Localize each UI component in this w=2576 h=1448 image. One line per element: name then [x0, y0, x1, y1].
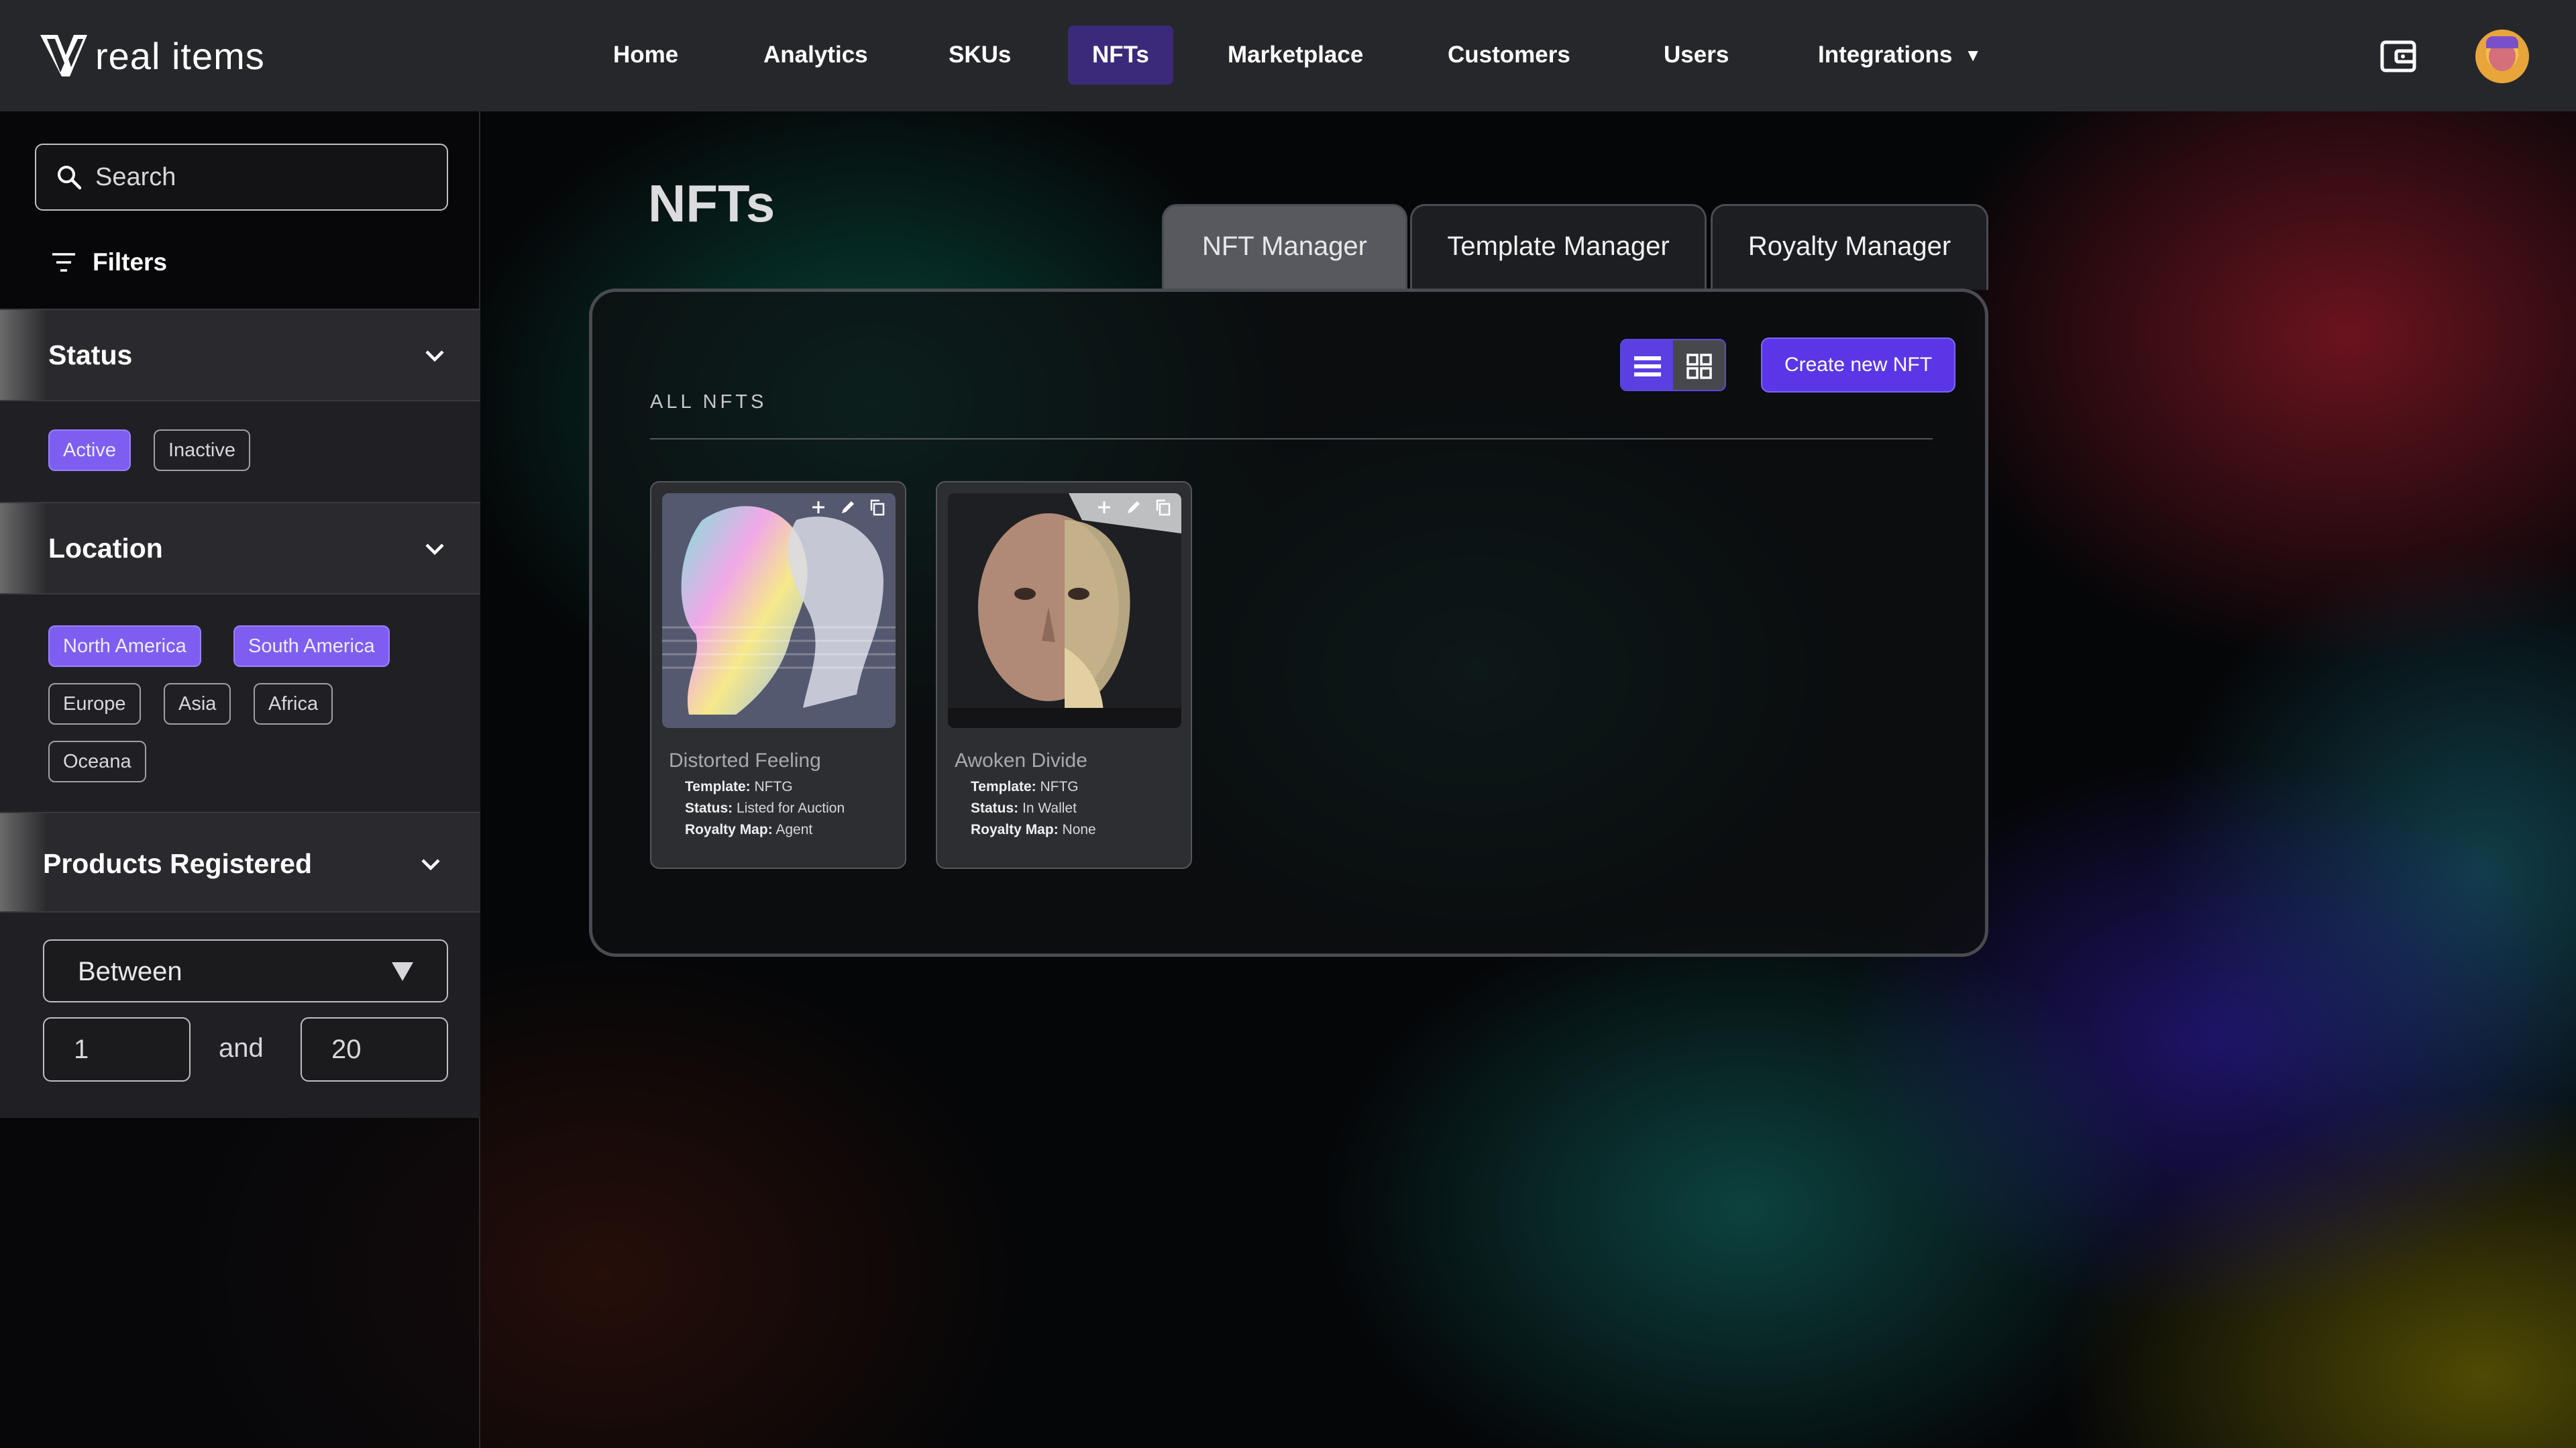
nft-royalty: Royalty Map: Agent	[685, 822, 812, 838]
status-section-body: Active Inactive	[0, 401, 480, 502]
range-min-input[interactable]: 1	[43, 1017, 191, 1082]
list-view-button[interactable]	[1621, 340, 1673, 390]
edit-icon[interactable]	[839, 499, 857, 516]
location-chip-south-america[interactable]: South America	[233, 625, 390, 667]
create-nft-button[interactable]: Create new NFT	[1761, 338, 1955, 393]
add-icon[interactable]	[1095, 499, 1113, 516]
nav-nfts[interactable]: NFTs	[1068, 25, 1173, 85]
range-max-input[interactable]: 20	[301, 1017, 448, 1082]
nft-image-awoken-divide	[948, 493, 1181, 728]
search-input[interactable]	[95, 162, 431, 192]
main-nav: Home Analytics SKUs NFTs Marketplace Cus…	[0, 25, 2576, 86]
nav-customers[interactable]: Customers	[1424, 25, 1595, 85]
nav-analytics[interactable]: Analytics	[739, 25, 892, 85]
products-section-title: Products Registered	[43, 848, 312, 879]
nav-home[interactable]: Home	[589, 25, 702, 85]
nft-status-key: Status:	[971, 800, 1019, 816]
nft-template-value: NFTG	[1040, 779, 1079, 794]
tab-nft-manager[interactable]: NFT Manager	[1162, 204, 1407, 290]
location-chip-europe[interactable]: Europe	[48, 683, 141, 725]
nft-panel: Create new NFT ALL NFTS Distorted Feelin…	[589, 289, 1988, 957]
nft-card[interactable]: Awoken Divide Template: NFTG Status: In …	[936, 481, 1192, 869]
nft-royalty-key: Royalty Map:	[971, 822, 1059, 837]
filter-sidebar: Filters Status Active Inactive Location …	[0, 111, 480, 1448]
range-and-label: and	[219, 1033, 264, 1063]
range-operator-select[interactable]: Between	[43, 939, 448, 1002]
nft-image-distorted-feeling	[662, 493, 896, 728]
nft-title: Distorted Feeling	[669, 749, 821, 772]
nav-integrations-label: Integrations	[1818, 42, 1953, 68]
chevron-down-icon	[421, 859, 440, 871]
nft-thumbnail	[662, 493, 896, 728]
location-chip-oceana[interactable]: Oceana	[48, 741, 146, 782]
products-section-header[interactable]: Products Registered	[0, 812, 480, 913]
nft-status-key: Status:	[685, 800, 733, 816]
nft-title: Awoken Divide	[955, 749, 1087, 772]
nft-template: Template: NFTG	[685, 779, 793, 795]
page-title: NFTs	[648, 174, 775, 233]
nft-status: Status: In Wallet	[971, 800, 1077, 817]
status-chip-active[interactable]: Active	[48, 429, 131, 471]
copy-icon[interactable]	[869, 499, 886, 516]
grid-view-button[interactable]	[1673, 340, 1725, 390]
nft-royalty-key: Royalty Map:	[685, 822, 773, 837]
chevron-down-icon	[425, 544, 444, 556]
location-chip-asia[interactable]: Asia	[164, 683, 231, 725]
nft-status-value: In Wallet	[1022, 800, 1077, 816]
add-icon[interactable]	[810, 499, 827, 516]
grid-icon	[1686, 354, 1712, 379]
list-icon	[1633, 356, 1661, 376]
nav-integrations[interactable]: Integrations ▼	[1794, 25, 2006, 85]
card-actions	[1095, 499, 1172, 516]
nav-users[interactable]: Users	[1640, 25, 1753, 85]
location-section-title: Location	[48, 533, 163, 564]
nft-royalty-value: None	[1062, 822, 1096, 837]
avatar-hat	[2486, 36, 2518, 48]
nft-template: Template: NFTG	[971, 779, 1079, 795]
filters-label: Filters	[93, 248, 168, 276]
nft-royalty-value: Agent	[775, 822, 813, 837]
card-actions	[810, 499, 886, 516]
location-chip-north-america[interactable]: North America	[48, 625, 201, 667]
view-toggle	[1620, 339, 1726, 391]
search-box[interactable]	[35, 144, 448, 211]
avatar[interactable]	[2475, 30, 2529, 83]
caret-down-icon: ▼	[1964, 45, 1982, 65]
status-section-header[interactable]: Status	[0, 309, 480, 401]
all-nfts-label: ALL NFTS	[650, 391, 767, 413]
edit-icon[interactable]	[1125, 499, 1142, 516]
select-arrow-icon	[392, 962, 413, 981]
nft-template-value: NFTG	[754, 779, 793, 794]
chevron-down-icon	[425, 350, 444, 362]
divider	[650, 438, 1933, 439]
location-chip-africa[interactable]: Africa	[254, 683, 333, 725]
location-section-body: North America South America Europe Asia …	[0, 594, 480, 812]
copy-icon[interactable]	[1155, 499, 1172, 516]
nft-royalty: Royalty Map: None	[971, 822, 1096, 838]
filter-icon	[52, 253, 75, 272]
wallet-icon[interactable]	[2380, 39, 2416, 74]
nav-marketplace[interactable]: Marketplace	[1203, 25, 1387, 85]
tab-royalty-manager[interactable]: Royalty Manager	[1711, 204, 1988, 290]
search-icon	[58, 166, 82, 190]
nft-template-key: Template:	[971, 779, 1036, 794]
nft-template-key: Template:	[685, 779, 751, 794]
nft-card[interactable]: Distorted Feeling Template: NFTG Status:…	[650, 481, 906, 869]
nav-skus[interactable]: SKUs	[924, 25, 1035, 85]
tab-template-manager[interactable]: Template Manager	[1410, 204, 1707, 290]
location-section-header[interactable]: Location	[0, 502, 480, 594]
nft-status-value: Listed for Auction	[737, 800, 845, 816]
range-operator-value: Between	[78, 957, 182, 986]
status-section-title: Status	[48, 340, 133, 370]
nft-status: Status: Listed for Auction	[685, 800, 845, 817]
status-chip-inactive[interactable]: Inactive	[154, 429, 250, 471]
nft-thumbnail	[948, 493, 1181, 728]
filters-toggle[interactable]: Filters	[51, 248, 167, 276]
top-navbar: real items Home Analytics SKUs NFTs Mark…	[0, 0, 2576, 111]
